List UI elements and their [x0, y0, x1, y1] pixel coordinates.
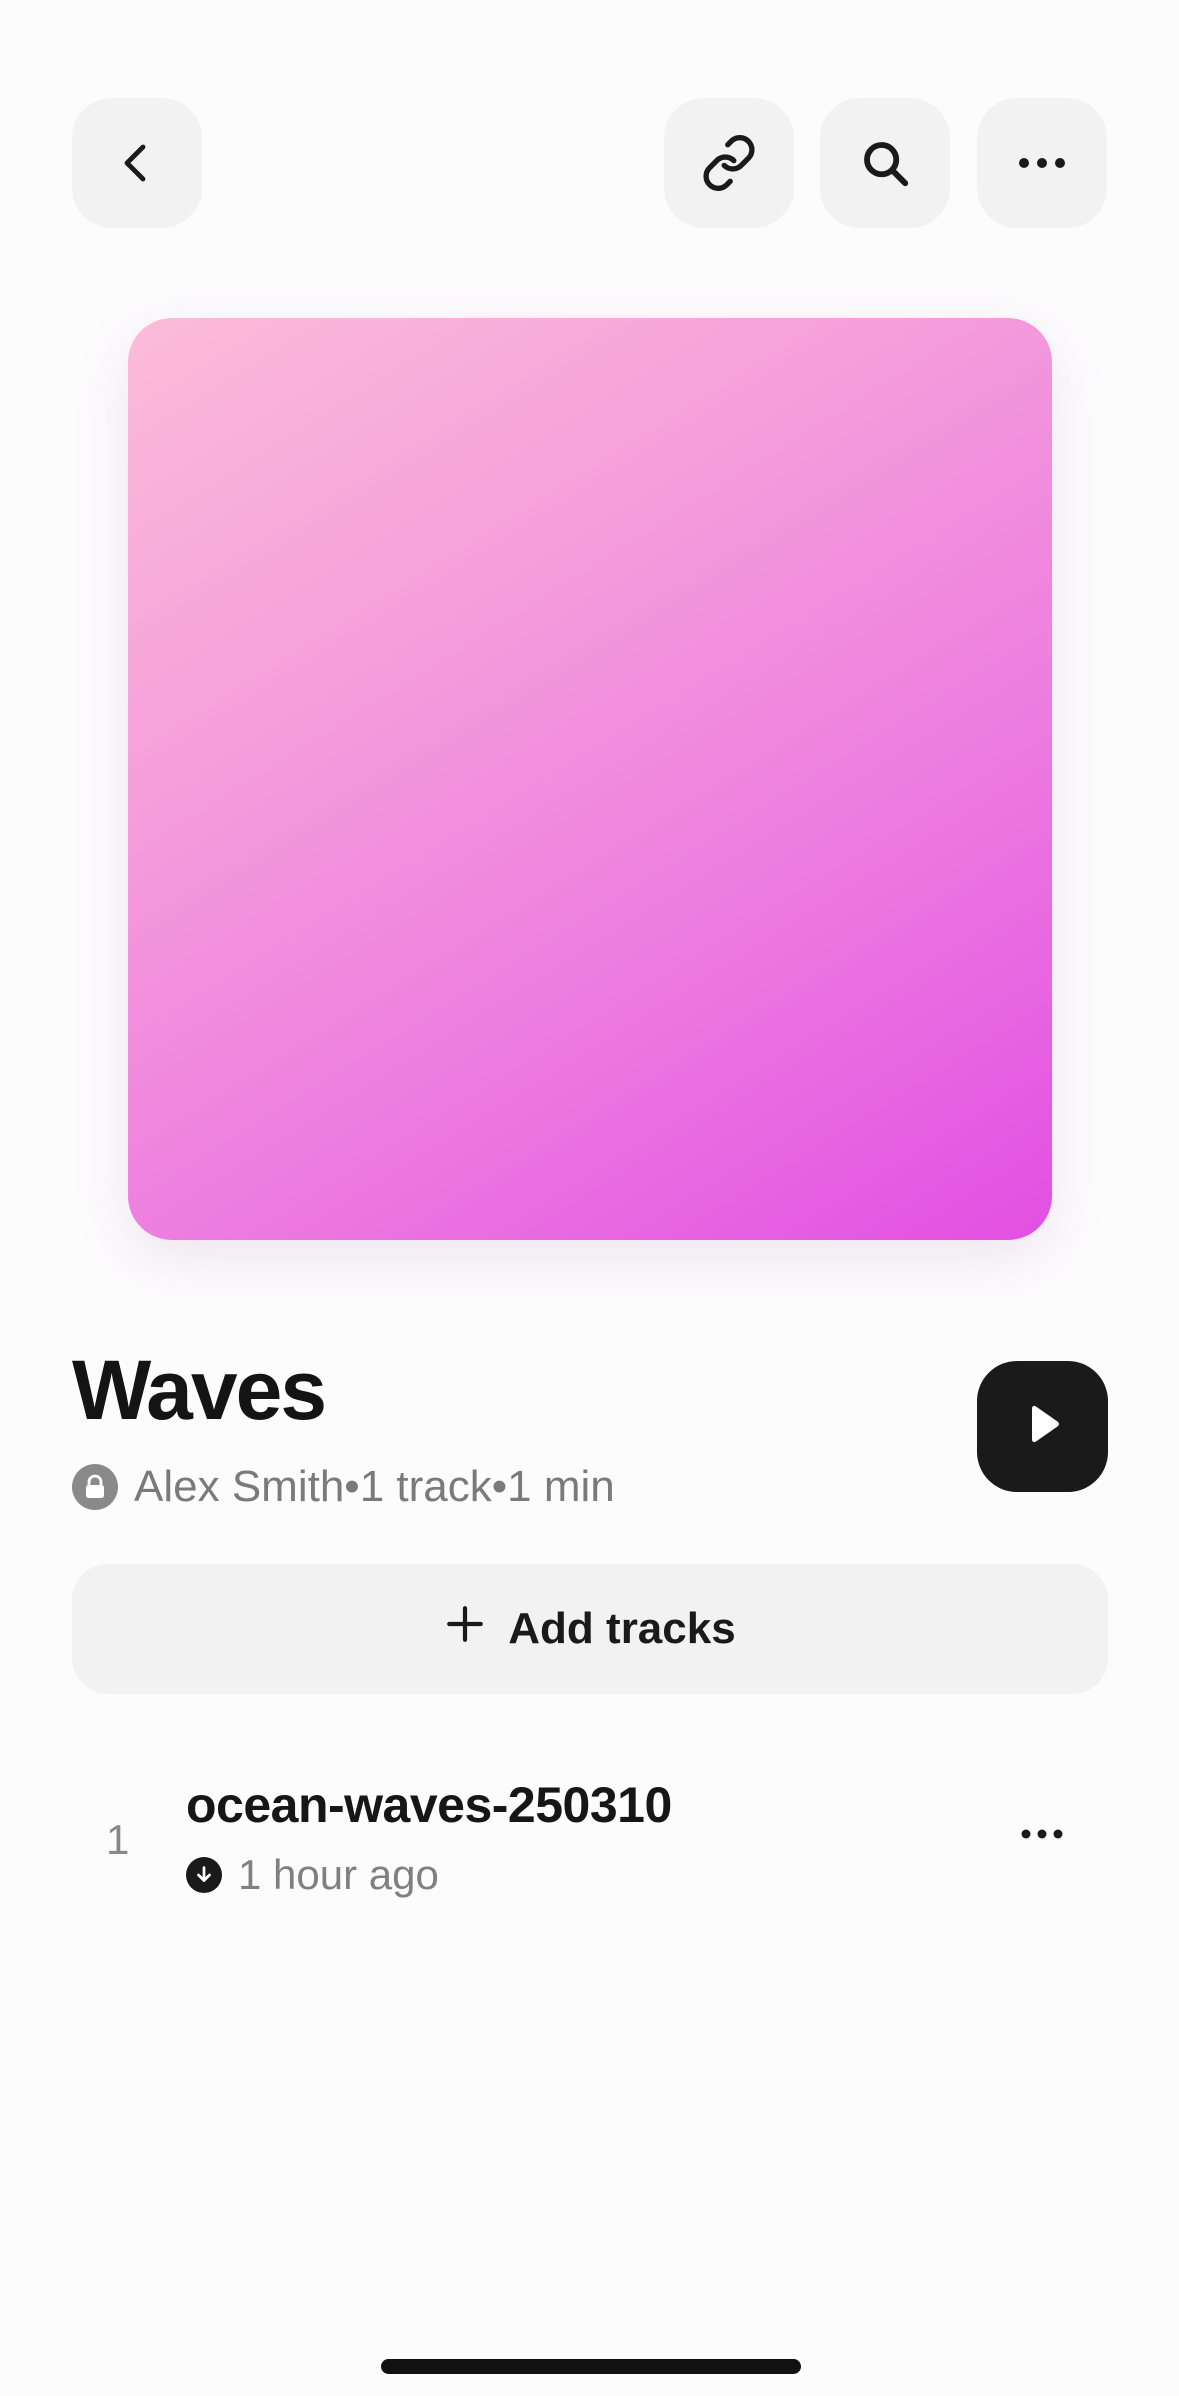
add-tracks-label: Add tracks: [508, 1604, 736, 1653]
meta-separator: •: [344, 1462, 360, 1511]
more-options-button[interactable]: [977, 98, 1107, 228]
track-more-button[interactable]: [1002, 1806, 1082, 1866]
more-horizontal-icon: [1016, 155, 1068, 171]
link-icon: [700, 134, 758, 192]
downloaded-icon: [186, 1857, 222, 1893]
search-icon: [858, 136, 912, 190]
chevron-left-icon: [113, 139, 161, 187]
more-horizontal-icon: [1020, 1827, 1064, 1845]
playlist-owner: Alex Smith: [134, 1462, 345, 1511]
track-title: ocean-waves-250310: [186, 1777, 672, 1833]
track-subtitle: 1 hour ago: [186, 1850, 439, 1900]
back-button[interactable]: [72, 98, 202, 228]
track-row[interactable]: 1 ocean-waves-250310 1 hour ago: [72, 1766, 1108, 1916]
lock-icon: [72, 1464, 118, 1510]
track-added-time: 1 hour ago: [238, 1851, 439, 1898]
plus-icon: [444, 1603, 508, 1656]
meta-separator: •: [491, 1462, 508, 1511]
playlist-duration: 1 min: [507, 1462, 615, 1511]
playlist-meta: Alex Smith • 1 track • 1 min: [72, 1462, 615, 1512]
track-number: 1: [106, 1816, 130, 1863]
playlist-title: Waves: [72, 1343, 327, 1437]
home-indicator: [381, 2359, 801, 2374]
play-button[interactable]: [977, 1361, 1108, 1492]
copy-link-button[interactable]: [664, 98, 794, 228]
search-button[interactable]: [820, 98, 950, 228]
play-icon: [1019, 1400, 1067, 1453]
playlist-track-count: 1 track: [359, 1462, 492, 1511]
add-tracks-button[interactable]: Add tracks: [72, 1564, 1108, 1694]
playlist-cover-art: [128, 318, 1052, 1240]
